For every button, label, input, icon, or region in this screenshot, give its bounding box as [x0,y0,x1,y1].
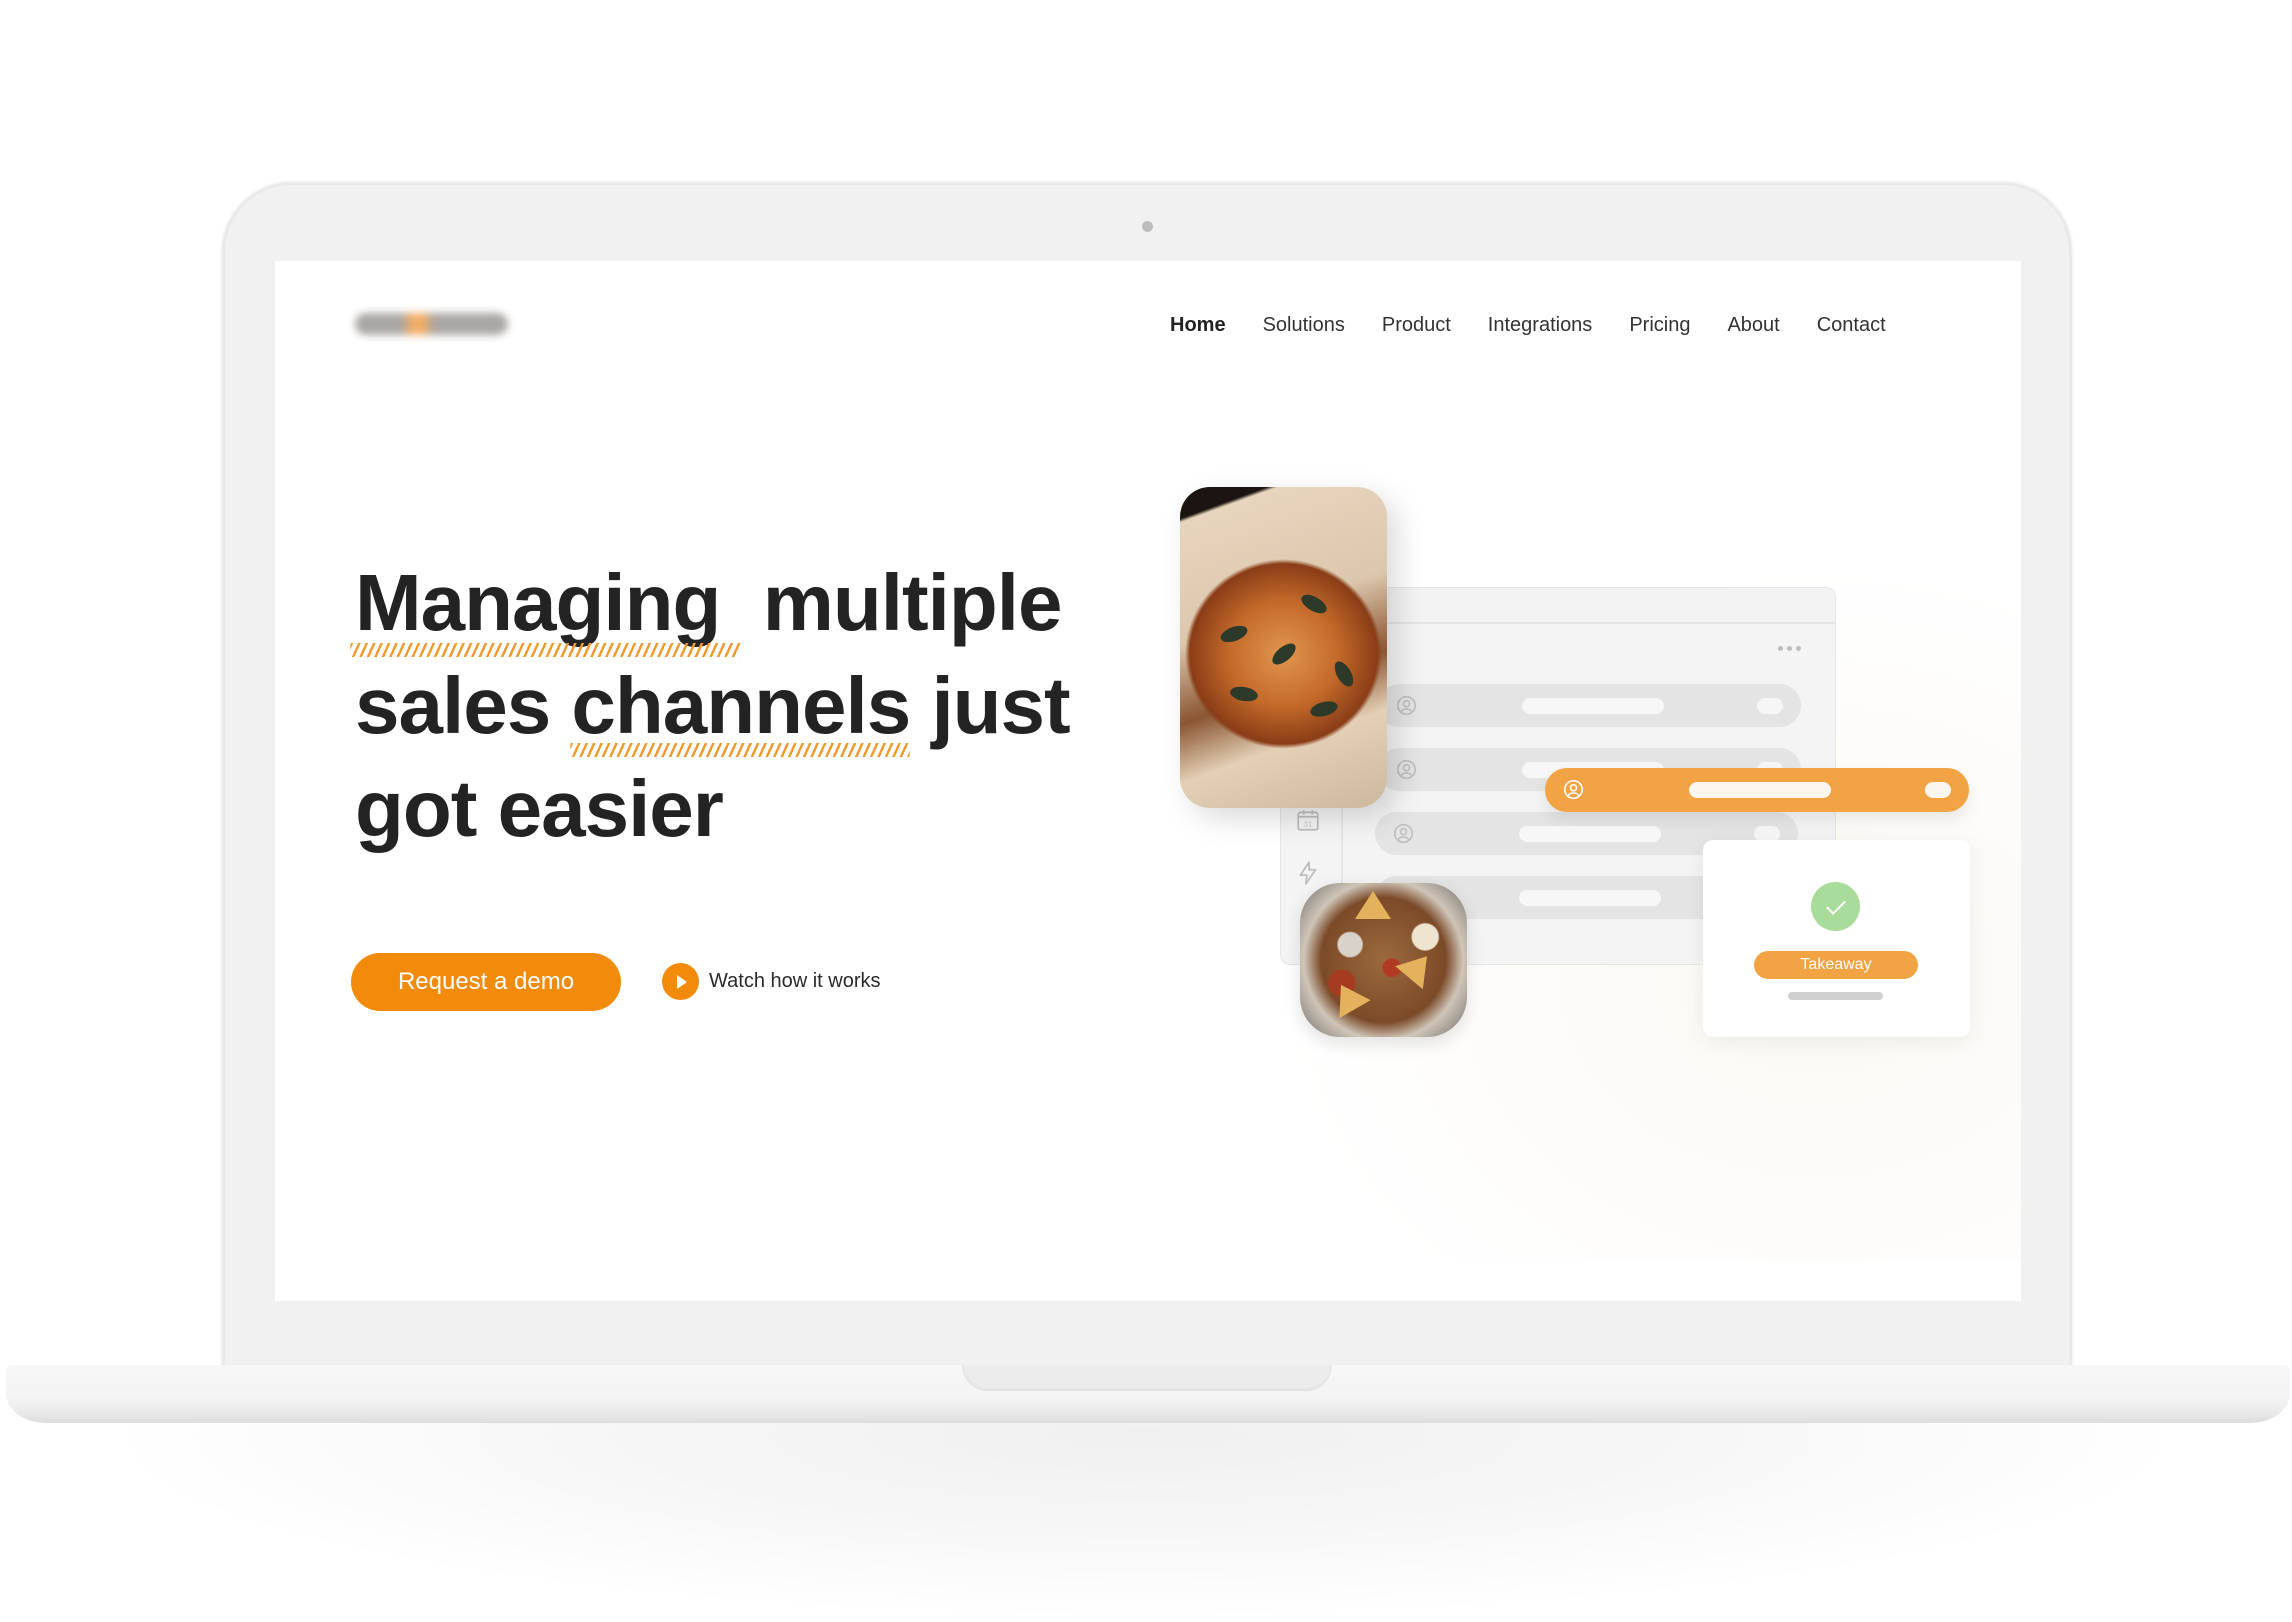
headline-line-3: got easier [355,764,724,853]
user-circle-icon [1563,779,1584,800]
order-row-selected[interactable] [1545,768,1969,812]
highlight-underline-managing [349,643,741,657]
order-confirmation-card: Takeaway [1703,840,1970,1037]
headline-line-2: sales channels just [355,661,1071,750]
watch-video-label: Watch how it works [709,970,881,992]
row-placeholder-text [1689,782,1831,798]
nav-solutions[interactable]: Solutions [1263,311,1345,339]
watch-video-link[interactable]: Watch how it works [662,963,881,1000]
laptop-notch [962,1365,1332,1391]
row-placeholder-text [1519,826,1661,842]
nav-pricing[interactable]: Pricing [1629,311,1690,339]
user-circle-icon [1396,759,1417,780]
order-row[interactable] [1378,684,1801,727]
row-placeholder-text [1519,890,1661,906]
pizza-photo [1180,487,1387,808]
row-placeholder-badge [1757,698,1783,714]
nav-about[interactable]: About [1727,311,1779,339]
highlight-underline-channels [569,743,911,757]
hero-headline: Managing multiple sales channels just go… [349,551,1115,860]
lightning-icon [1299,861,1317,885]
svg-text:31: 31 [1304,820,1312,829]
card-placeholder-text [1788,992,1883,1000]
brand-logo[interactable] [355,313,508,335]
order-type-badge: Takeaway [1754,951,1918,979]
user-circle-icon [1393,823,1414,844]
webcam-icon [1142,221,1153,232]
nav-home[interactable]: Home [1170,311,1226,339]
laptop-screen: Home Solutions Product Integrations Pric… [275,261,2021,1301]
more-horizontal-icon[interactable] [1778,646,1801,651]
nav-integrations[interactable]: Integrations [1488,311,1593,339]
row-placeholder-text [1522,698,1664,714]
main-nav: Home Solutions Product Integrations Pric… [1170,311,1886,339]
user-circle-icon [1396,695,1417,716]
nav-product[interactable]: Product [1382,311,1451,339]
laptop-shadow [120,1415,2170,1615]
check-icon [1811,882,1860,931]
calendar-icon: 31 [1297,810,1319,831]
headline-line-1: Managing multiple [355,558,1062,647]
food-platter-photo [1300,883,1467,1037]
play-icon [662,963,699,1000]
request-demo-button[interactable]: Request a demo [351,953,621,1011]
nav-contact[interactable]: Contact [1817,311,1886,339]
row-placeholder-badge [1925,782,1951,798]
